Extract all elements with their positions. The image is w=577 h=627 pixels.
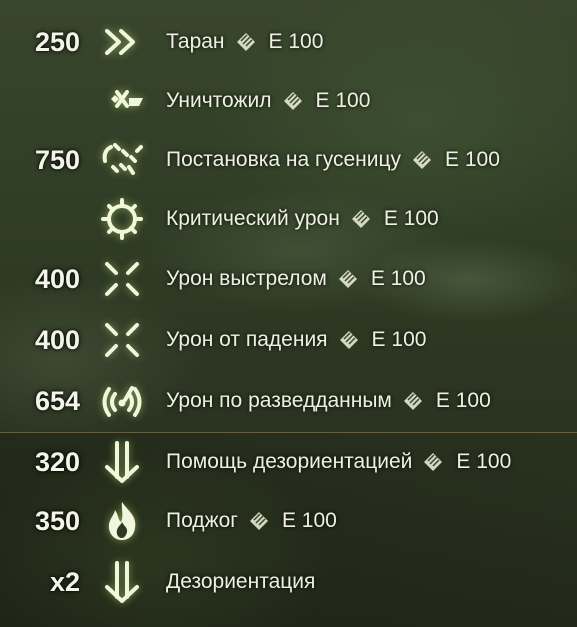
heavy-tank-icon [339, 331, 358, 349]
tank-name: E 100 [445, 148, 500, 171]
fall-damage-icon [92, 315, 152, 365]
tank-name: E 100 [371, 328, 427, 351]
tank-name: E 100 [268, 30, 324, 53]
event-row-shot-damage: 400 Урон выстрелом E 100 [0, 250, 577, 308]
event-points: 400 [34, 263, 80, 294]
fire-icon [92, 496, 152, 546]
event-row-stun: x2 Дезориентация [0, 553, 577, 611]
event-row-critical: Критический урон E 100 [0, 190, 577, 248]
event-points: 654 [34, 385, 80, 416]
tank-name: E 100 [456, 450, 512, 473]
event-points: 250 [34, 26, 80, 57]
event-label: Поджог [166, 509, 238, 532]
event-label: Таран [166, 30, 225, 53]
event-label: Урон от падения [166, 328, 328, 351]
heavy-tank-icon [351, 210, 370, 228]
ram-icon [92, 17, 152, 67]
tank-name: E 100 [383, 207, 439, 230]
heavy-tank-icon [236, 33, 255, 51]
tank-name: E 100 [281, 509, 337, 532]
event-row-destroyed: Уничтожил E 100 [0, 72, 577, 130]
stun-icon [92, 557, 152, 607]
battle-event-log: 250 Таран E 100 Уничтожил E 100 750 Пост… [0, 0, 577, 627]
event-label: Урон по разведданным [166, 389, 392, 412]
event-points: 750 [34, 144, 80, 175]
event-row-track: 750 Постановка на гусеницу E 100 [0, 131, 577, 189]
event-label: Урон выстрелом [166, 267, 327, 290]
event-row-ram: 250 Таран E 100 [0, 13, 577, 71]
destroyed-icon [92, 76, 152, 126]
heavy-tank-icon [249, 512, 268, 530]
event-row-stun-assist: 320 Помощь дезориентацией E 100 [0, 432, 577, 491]
heavy-tank-icon [338, 270, 357, 288]
heavy-tank-icon [403, 392, 422, 410]
event-points: 320 [34, 446, 80, 477]
event-points: 400 [34, 324, 80, 355]
critical-damage-icon [92, 194, 152, 244]
event-label: Дезориентация [166, 570, 316, 593]
event-label: Постановка на гусеницу [166, 148, 401, 171]
event-points: 350 [34, 505, 80, 536]
heavy-tank-icon [424, 453, 443, 471]
spotting-damage-icon [92, 376, 152, 426]
event-row-spotting-damage: 654 Урон по разведданным E 100 [0, 372, 577, 430]
tank-name: E 100 [315, 89, 371, 112]
event-row-fire: 350 Поджог E 100 [0, 492, 577, 550]
track-icon [92, 135, 152, 185]
event-label: Уничтожил [166, 89, 272, 112]
heavy-tank-icon [413, 151, 431, 169]
event-row-fall-damage: 400 Урон от падения E 100 [0, 311, 577, 369]
event-points: x2 [49, 566, 80, 597]
event-label: Помощь дезориентацией [166, 450, 413, 473]
stun-assist-icon [92, 437, 152, 487]
shot-damage-icon [92, 254, 152, 304]
tank-name: E 100 [370, 267, 426, 290]
tank-name: E 100 [435, 389, 491, 412]
heavy-tank-icon [283, 92, 302, 110]
event-label: Критический урон [166, 207, 340, 230]
